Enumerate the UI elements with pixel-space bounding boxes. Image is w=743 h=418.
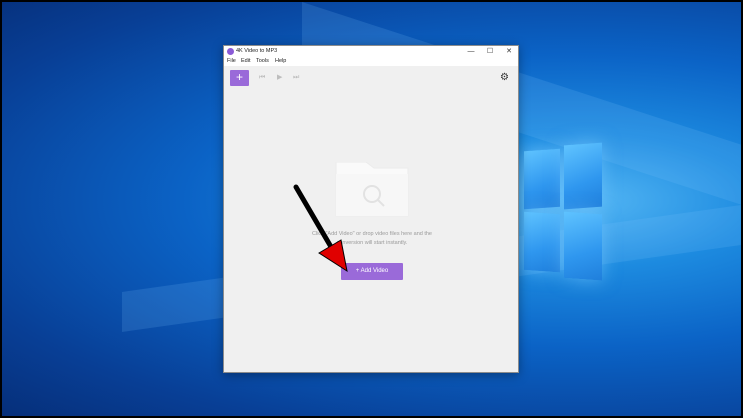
- add-video-button[interactable]: + Add Video: [341, 263, 403, 280]
- window-title: 4K Video to MP3: [236, 48, 278, 54]
- folder-search-illustration: [335, 162, 409, 217]
- title-bar[interactable]: 4K Video to MP3 — ☐ ✕: [224, 46, 518, 57]
- next-icon[interactable]: ⏭: [293, 73, 299, 83]
- play-icon[interactable]: ▶: [277, 73, 282, 83]
- menu-bar: File Edit Tools Help: [224, 57, 518, 66]
- add-button[interactable]: +: [230, 70, 249, 86]
- windows-logo-pane: [524, 148, 560, 210]
- gear-icon[interactable]: ⚙: [500, 72, 509, 84]
- minimize-button[interactable]: —: [462, 46, 480, 57]
- app-logo-icon: [227, 48, 234, 55]
- app-window: 4K Video to MP3 — ☐ ✕ File Edit Tools He…: [223, 45, 519, 373]
- menu-tools[interactable]: Tools: [256, 58, 269, 65]
- toolbar: + ⏮ ▶ ⏭ ⚙: [224, 66, 518, 90]
- menu-file[interactable]: File: [227, 58, 236, 65]
- menu-help[interactable]: Help: [275, 58, 286, 65]
- windows-logo-pane: [564, 211, 602, 281]
- empty-state-hint: Click "Add Video" or drop video files he…: [294, 230, 450, 248]
- windows-logo-pane: [564, 142, 602, 210]
- hint-line-2: conversion will start instantly.: [336, 240, 408, 246]
- hint-line-1: Click "Add Video" or drop video files he…: [312, 231, 432, 237]
- windows-logo-pane: [524, 211, 560, 273]
- maximize-button[interactable]: ☐: [481, 46, 499, 57]
- menu-edit[interactable]: Edit: [241, 58, 250, 65]
- previous-icon[interactable]: ⏮: [259, 73, 265, 83]
- close-button[interactable]: ✕: [500, 46, 518, 57]
